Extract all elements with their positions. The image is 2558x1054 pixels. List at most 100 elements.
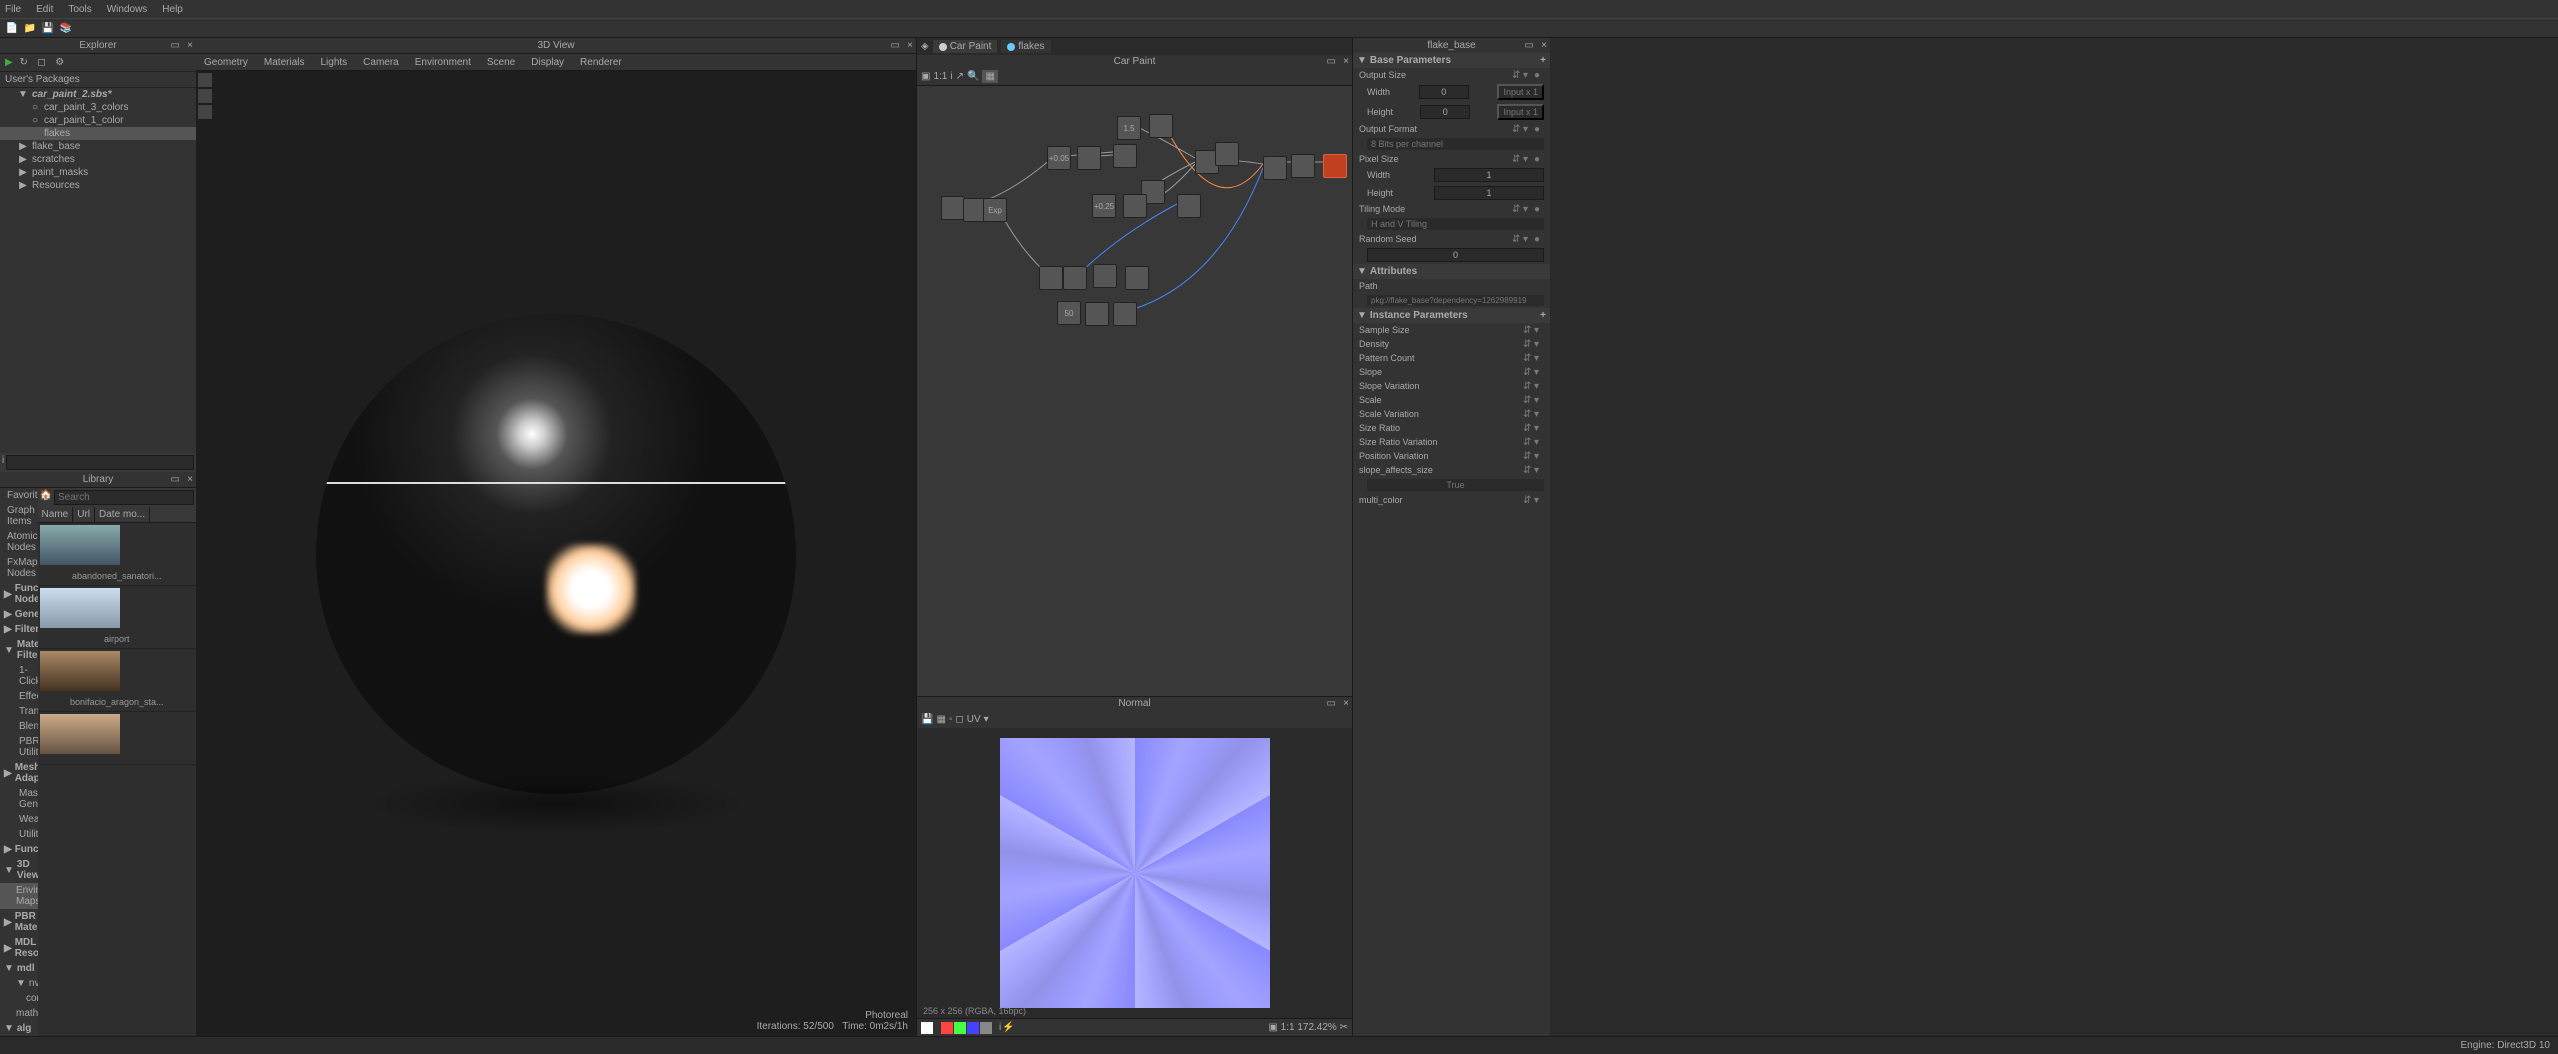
link-icon[interactable]: ↗ [956, 71, 964, 82]
uv-label[interactable]: UV [967, 714, 981, 725]
expand-icon[interactable]: ▶ [18, 167, 28, 178]
graph-node[interactable] [1039, 266, 1063, 290]
expand-icon[interactable]: ▶ [18, 180, 28, 191]
col-name[interactable]: Name [38, 507, 74, 522]
graph-node[interactable] [1149, 114, 1173, 138]
thumbnail-item[interactable] [38, 714, 196, 765]
menu-icon[interactable]: ▾ [1523, 154, 1533, 164]
output-node[interactable] [1323, 154, 1347, 178]
dock-icon[interactable]: ▭ [891, 40, 900, 51]
lib-tree-item[interactable]: ▶Generators [0, 607, 38, 622]
search-icon[interactable]: 🔍 [967, 71, 979, 82]
swatch-white[interactable] [921, 1022, 933, 1034]
graph-canvas[interactable]: 1.5+0.05+0.25Exp50 [917, 86, 1352, 696]
chevron-right-icon[interactable]: ▶ [4, 844, 12, 855]
lib-tree-item[interactable]: ▼Material Filters [0, 637, 38, 663]
save-icon[interactable]: 💾 [41, 21, 55, 35]
grid-icon[interactable]: ▦ [936, 714, 945, 725]
link-icon[interactable]: ⇵ [1512, 124, 1522, 134]
link-icon[interactable]: ⇵ [1523, 353, 1533, 363]
viewport-menu-display[interactable]: Display [531, 57, 564, 68]
chevron-right-icon[interactable]: ▶ [4, 768, 12, 779]
lib-tree-item[interactable]: ▶MDL Resources [0, 935, 38, 961]
zoom-ratio[interactable]: 1:1 [1281, 1022, 1295, 1033]
settings-icon[interactable]: ⚙ [53, 56, 67, 70]
expand-icon[interactable]: ○ [30, 115, 40, 126]
graph-node[interactable] [1077, 146, 1101, 170]
lib-tree-item[interactable]: Mask Generators [0, 786, 38, 812]
expand-icon[interactable]: ▼ [4, 645, 14, 656]
section-base-parameters[interactable]: ▼ Base Parameters + [1353, 53, 1550, 68]
lib-tree-item[interactable]: Graph Items [0, 503, 38, 529]
reset-icon[interactable]: ● [1534, 70, 1544, 80]
save-icon[interactable]: 💾 [921, 714, 933, 725]
frame-icon[interactable]: ▣ [921, 71, 930, 82]
lib-tree-item[interactable]: ▼mdl [0, 961, 38, 976]
seed-input[interactable] [1367, 248, 1544, 262]
thumbnail-item[interactable]: airport [38, 588, 196, 649]
chevron-right-icon[interactable]: ▶ [4, 943, 12, 954]
close-icon[interactable]: × [1343, 698, 1349, 709]
tree-item[interactable]: ○car_paint_3_colors [0, 101, 196, 114]
graph-node[interactable] [1125, 266, 1149, 290]
dock-icon[interactable]: ▭ [1525, 40, 1534, 51]
lib-tree-item[interactable]: Environment Maps [0, 883, 38, 909]
link-icon[interactable]: ⇵ [1523, 339, 1533, 349]
dock-icon[interactable]: ▭ [171, 40, 180, 51]
link-icon[interactable]: ⇵ [1512, 204, 1522, 214]
expand-icon[interactable]: ▶ [18, 141, 28, 152]
menu-icon[interactable]: ▾ [1534, 423, 1544, 433]
tree-item[interactable]: ▼car_paint_2.sbs* [0, 88, 196, 101]
graph-node[interactable] [1123, 194, 1147, 218]
close-icon[interactable]: × [187, 474, 193, 485]
expand-icon[interactable]: ▼ [18, 89, 28, 100]
link-icon[interactable]: ⇵ [1523, 325, 1533, 335]
tree-item[interactable]: flakes [0, 127, 196, 140]
tiling-value[interactable]: H and V Tiling [1367, 218, 1544, 230]
expand-icon[interactable]: ▼ [4, 865, 14, 876]
col-date[interactable]: Date mo... [95, 507, 150, 522]
refresh-icon[interactable]: ↻ [17, 56, 31, 70]
lib-tree-item[interactable]: ▼3D View [0, 857, 38, 883]
height-mode-button[interactable]: Input x 1 [1497, 104, 1544, 120]
library-tree[interactable]: FavoritesGraph ItemsAtomic NodesFxMap No… [0, 488, 38, 1036]
tree-item[interactable]: ▶scratches [0, 153, 196, 166]
viewport-menu-environment[interactable]: Environment [415, 57, 471, 68]
library-search-input[interactable] [54, 490, 194, 505]
lib-tree-item[interactable]: ▼nvidia [0, 976, 38, 991]
graph-node[interactable]: +0.25 [1092, 194, 1116, 218]
swatch-alpha[interactable] [980, 1022, 992, 1034]
menu-icon[interactable]: ▾ [1523, 204, 1533, 214]
zoom-label[interactable]: 1:1 [933, 71, 947, 82]
new-icon[interactable]: 📄 [5, 21, 19, 35]
tree-item[interactable]: ▶Resources [0, 179, 196, 192]
chevron-right-icon[interactable]: ▶ [4, 917, 12, 928]
graph-node[interactable]: 1.5 [1117, 116, 1141, 140]
link-icon[interactable]: ⇵ [1523, 381, 1533, 391]
menu-icon[interactable]: ▾ [1534, 495, 1544, 505]
link-icon[interactable]: ⇵ [1523, 437, 1533, 447]
home-icon[interactable]: 🏠 [40, 490, 52, 505]
graph-icon[interactable]: ◈ [921, 41, 929, 52]
close-icon[interactable]: × [907, 40, 913, 51]
lib-tree-item[interactable]: ▶Filters [0, 622, 38, 637]
menu-icon[interactable]: ▾ [1534, 465, 1544, 475]
menu-icon[interactable]: ▾ [1534, 395, 1544, 405]
menu-tools[interactable]: Tools [68, 4, 91, 15]
link-icon[interactable]: ⇵ [1523, 409, 1533, 419]
chevron-right-icon[interactable]: ▶ [4, 624, 12, 635]
section-instance-parameters[interactable]: ▼ Instance Parameters + [1353, 308, 1550, 323]
info-icon[interactable]: i [950, 71, 952, 82]
viewport-menu-camera[interactable]: Camera [363, 57, 399, 68]
play-icon[interactable]: ▶ [5, 57, 13, 68]
tab-flakes[interactable]: flakes [1001, 40, 1050, 53]
menu-icon[interactable]: ▾ [1534, 409, 1544, 419]
height-input[interactable] [1420, 105, 1470, 119]
graph-node[interactable] [1063, 266, 1087, 290]
menu-icon[interactable]: ▾ [1523, 234, 1533, 244]
menu-icon[interactable]: ▾ [1534, 437, 1544, 447]
col-url[interactable]: Url [73, 507, 95, 522]
graph-node[interactable] [1113, 144, 1137, 168]
link-icon[interactable]: ⇵ [1523, 495, 1533, 505]
explorer-search-input[interactable] [6, 455, 194, 470]
